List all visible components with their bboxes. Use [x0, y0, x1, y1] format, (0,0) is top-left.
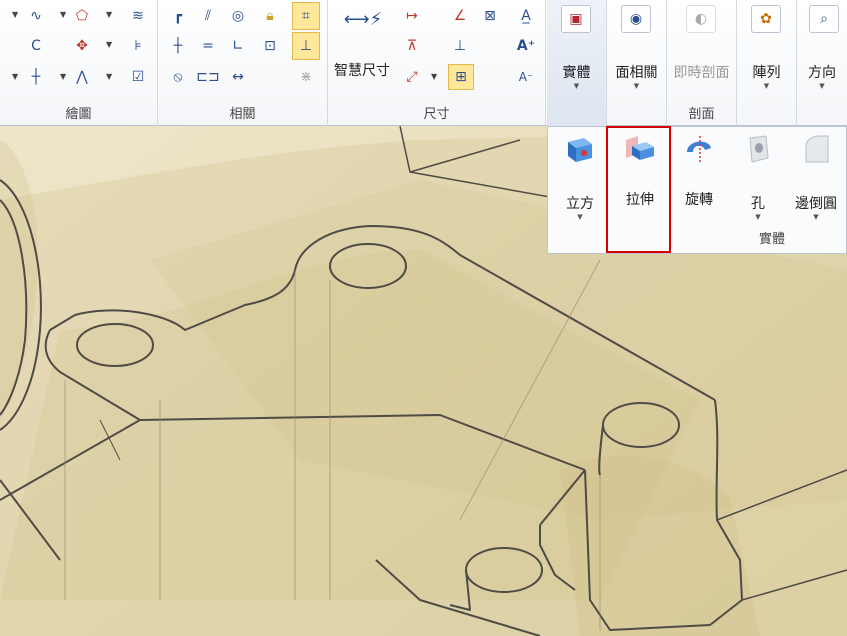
pattern-button[interactable]: ✿ 陣列 ▼ [737, 0, 797, 126]
dropdown-caret-icon[interactable]: ▼ [12, 10, 18, 19]
chevron-down-icon: ▼ [755, 213, 761, 221]
chevron-down-icon: ▼ [763, 82, 770, 90]
hole-button[interactable]: 孔 ▼ [728, 127, 788, 232]
live-section-label: 即時剖面 [673, 65, 730, 81]
revolve-button[interactable]: 旋轉 [670, 127, 728, 232]
extrude-highlight-box [606, 126, 671, 253]
curve-icon[interactable]: ∿ [26, 6, 46, 26]
relation-handles-icon[interactable]: ⌗ [292, 2, 320, 30]
solids-label: 實體 [562, 65, 591, 81]
relations-group: ┏ ⫽ ◎ 🔒︎ ⌗ ┼ = ∟ ⊡ ⊥ ⦸ ⊏⊐ ↔ ⋇ 相關 [158, 0, 328, 126]
face-related-button[interactable]: ◉ 面相關 ▼ [607, 0, 667, 126]
rigid-set-icon[interactable]: ⊡ [260, 36, 280, 56]
lock-icon[interactable]: 🔒︎ [260, 6, 280, 26]
connect-icon[interactable]: ┼ [168, 36, 188, 56]
section-group-label: 剖面 [688, 107, 715, 122]
collinear-icon[interactable]: ↔ [228, 67, 248, 87]
chamfer-dimension-icon[interactable]: ⊠ [480, 6, 500, 26]
revolve-icon [682, 133, 716, 165]
face-related-icon: ◉ [621, 5, 651, 33]
smart-dimension-icon[interactable]: ⟷⚡ [344, 6, 382, 34]
live-section-icon: ◐ [686, 5, 716, 33]
dropdown-caret-icon[interactable]: ▼ [106, 72, 112, 81]
equal-icon[interactable]: = [198, 36, 218, 56]
solids-group-label: 實體 [758, 232, 785, 247]
round-icon [799, 133, 833, 165]
round-label: 邊倒圓 [795, 196, 837, 212]
distance-between-icon[interactable]: ↦ [402, 6, 422, 26]
horizontal-vertical-icon[interactable]: ∟ [228, 36, 248, 56]
orient-button[interactable]: ⌕ 方向 ▼ [797, 0, 847, 126]
dimension-group-label: 尺寸 [423, 107, 450, 122]
solids-icon: ▣ [561, 5, 591, 33]
pattern-icon: ✿ [751, 5, 781, 33]
relation-assistant-icon[interactable]: ⊥ [292, 32, 320, 60]
dropdown-caret-icon[interactable]: ▼ [106, 10, 112, 19]
ribbon-toolbar: ▼ ∿ ▼ ⬠ ▼ C ✥ ▼ ▼ ┼ ▼ ⋀ ▼ ≋ ⊧ ☑ 繪圖 ┏ ⫽ ◎… [0, 0, 847, 126]
cube-label: 立方 [566, 196, 594, 212]
move-icon[interactable]: ✥ [72, 36, 92, 56]
solids-button[interactable]: ▣ 實體 ▼ [547, 0, 607, 126]
chevron-down-icon: ▼ [633, 82, 640, 90]
perpendicular-icon[interactable]: ┏ [168, 6, 188, 26]
project-icon[interactable]: ⊧ [128, 36, 148, 56]
cube-icon [563, 133, 597, 165]
pattern-sketch-icon[interactable]: ≋ [128, 6, 148, 26]
maintain-relations-icon[interactable]: ⋇ [296, 67, 316, 87]
cube-button[interactable]: 立方 ▼ [550, 127, 610, 232]
live-section-button[interactable]: ◐ 即時剖面 剖面 [667, 0, 737, 126]
trim-icon[interactable]: ┼ [26, 67, 46, 87]
face-related-label: 面相關 [615, 65, 658, 81]
chevron-down-icon: ▼ [577, 213, 583, 221]
dimension-axis-icon[interactable]: ⊞ [448, 64, 474, 90]
chevron-down-icon: ▼ [819, 82, 825, 90]
angle-between-icon[interactable]: ⊼ [402, 36, 422, 56]
mirror-icon[interactable]: ⋀ [72, 67, 92, 87]
text-style-icon[interactable]: A̲ [516, 6, 536, 26]
symmetric-diameter-icon[interactable]: ⊥ [450, 36, 470, 56]
chevron-down-icon: ▼ [813, 213, 819, 221]
dropdown-caret-icon[interactable]: ▼ [12, 72, 18, 81]
font-smaller-icon[interactable]: A⁻ [516, 67, 536, 87]
hole-label: 孔 [751, 196, 765, 212]
dimension-group: ⟷⚡ 智慧尺寸 ↦ ⊼ ⤢ ▼ ∠ ⊥ ⊞ ⊠ A̲ A⁺ A⁻ 尺寸 [328, 0, 546, 126]
revolve-label: 旋轉 [685, 192, 713, 208]
chevron-down-icon: ▼ [573, 82, 580, 90]
font-bigger-icon[interactable]: A⁺ [516, 36, 536, 56]
hole-icon [741, 133, 775, 165]
angular-coordinate-icon[interactable]: ∠ [450, 6, 470, 26]
symmetric-icon[interactable]: ⊏⊐ [196, 67, 219, 87]
polygon-icon[interactable]: ⬠ [72, 6, 92, 26]
round-button[interactable]: 邊倒圓 ▼ [786, 127, 846, 232]
dropdown-caret-icon[interactable]: ▼ [106, 40, 112, 49]
dropdown-caret-icon[interactable]: ▼ [60, 10, 66, 19]
dropdown-caret-icon[interactable]: ▼ [60, 72, 66, 81]
concentric-icon[interactable]: ◎ [228, 6, 248, 26]
solids-dropdown-panel: 立方 ▼ 拉伸 旋轉 孔 ▼ 邊倒圓 ▼ 實體 [547, 126, 847, 254]
dropdown-caret-icon[interactable]: ▼ [431, 72, 437, 81]
sketch-group-label: 繪圖 [65, 107, 92, 122]
orient-label: 方向 [808, 65, 836, 81]
parallel-icon[interactable]: ⫽ [198, 6, 218, 26]
smart-dimension-button[interactable]: 智慧尺寸 [334, 60, 390, 80]
relations-group-label: 相關 [229, 107, 256, 122]
tangent-icon[interactable]: ⦸ [168, 67, 188, 87]
check-icon[interactable]: ☑ [128, 67, 148, 87]
orient-icon: ⌕ [809, 5, 839, 33]
offset-icon[interactable]: C [26, 36, 46, 56]
sketch-group: ▼ ∿ ▼ ⬠ ▼ C ✥ ▼ ▼ ┼ ▼ ⋀ ▼ ≋ ⊧ ☑ 繪圖 [0, 0, 158, 126]
pattern-label: 陣列 [752, 65, 781, 81]
coordinate-dimension-icon[interactable]: ⤢ [402, 67, 422, 87]
